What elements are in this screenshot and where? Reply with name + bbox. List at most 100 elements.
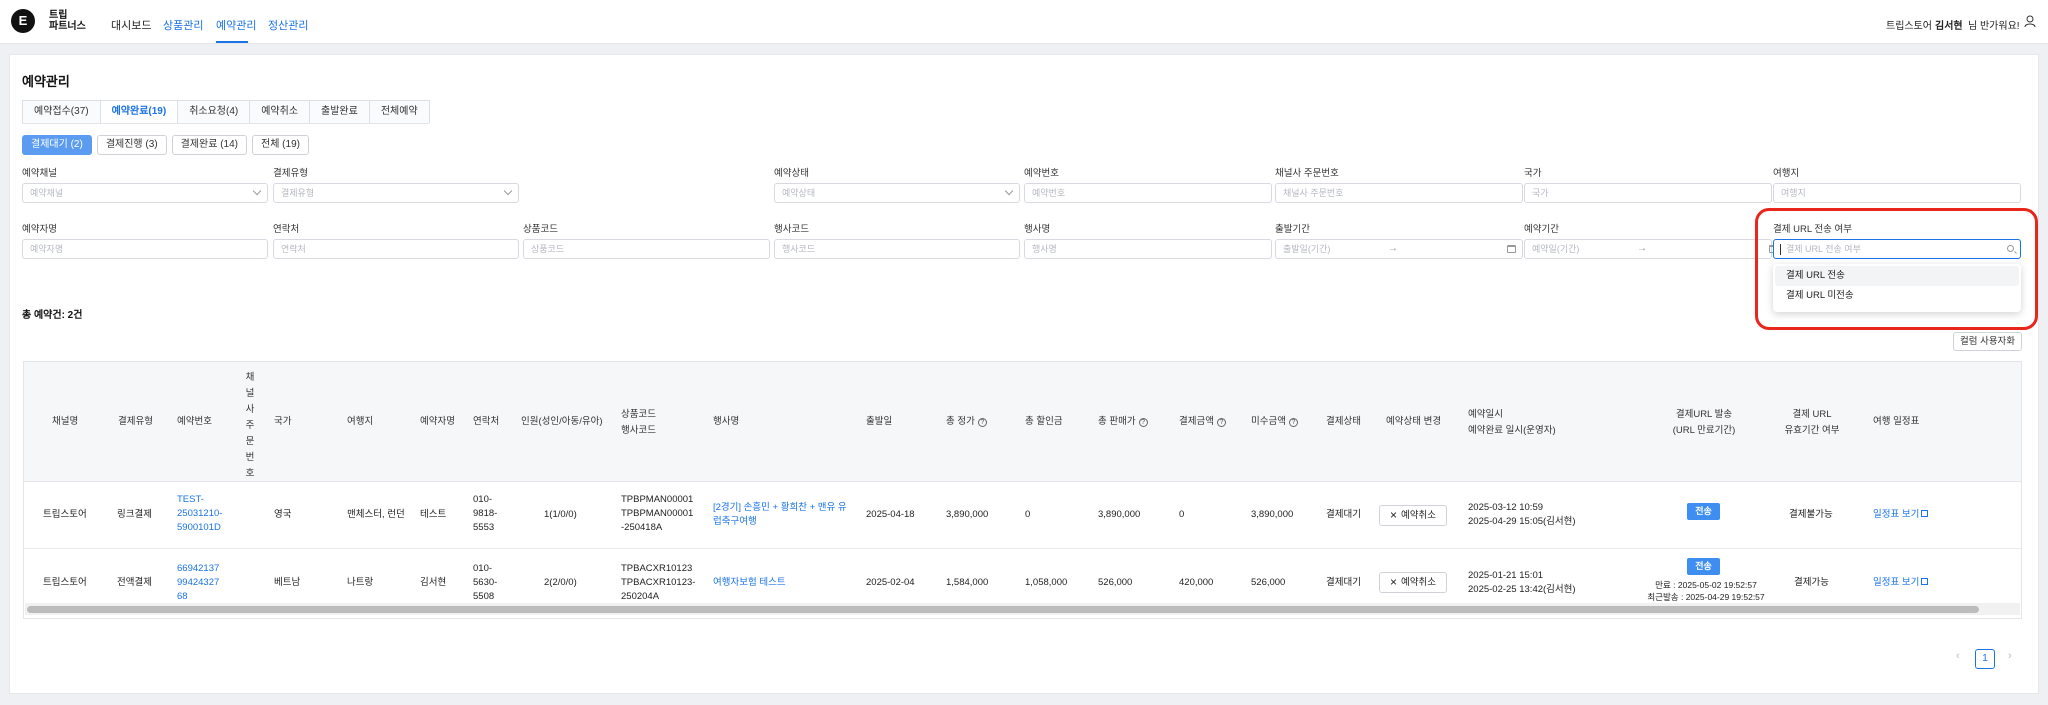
input-destination[interactable]: 여행지 xyxy=(1773,183,2021,203)
greeting: 님 반가워요! xyxy=(1968,21,2020,32)
cell-destination: 나트랑 xyxy=(347,577,374,588)
select-pay-type[interactable]: 결제유형 xyxy=(273,183,519,203)
cell-phone: 010- 9818- 5553 xyxy=(473,493,497,535)
cell-event-link[interactable]: [2경기] 손흥민 + 황희찬 + 맨유 유 럽축구여행 xyxy=(713,501,847,529)
cell-pax: 2(2/0/0) xyxy=(544,577,577,588)
th-res-date: 예약일시 xyxy=(1468,409,1503,420)
input-event-name[interactable]: 행사명 xyxy=(1024,239,1272,259)
depart-range-placeholder: 출발일(기간) xyxy=(1283,244,1331,254)
input-product-code[interactable]: 상품코드 xyxy=(523,239,770,259)
res-no-line: 5900101D xyxy=(177,522,221,533)
label-country: 국가 xyxy=(1524,168,1542,179)
page-1-button[interactable]: 1 xyxy=(1975,649,1995,669)
cell-res-no-link[interactable]: 66942137 99424327 68 xyxy=(177,562,219,604)
cell-paid: 420,000 xyxy=(1179,577,1214,588)
input-depart-range[interactable]: 출발일(기간) → xyxy=(1275,239,1523,259)
status-badge: 전송 xyxy=(1687,558,1720,575)
phone-line: 010- xyxy=(473,494,493,505)
url-expiry-line: 만료 : 2025-05-02 19:52:57 xyxy=(1655,580,1757,590)
cell-pay-status: 결제대기 xyxy=(1326,509,1361,520)
logo[interactable]: E xyxy=(11,9,35,33)
th-depart: 출발일 xyxy=(866,416,893,427)
cell-pax: 1(1/0/0) xyxy=(544,509,577,520)
prev-page-icon[interactable]: ‹ xyxy=(1956,650,1960,662)
label-res-period: 예약기간 xyxy=(1524,224,1559,235)
code-line: 250204A xyxy=(621,591,660,602)
cell-channel: 트립스토어 xyxy=(43,509,87,520)
th-discount: 총 할인금 xyxy=(1025,416,1063,427)
subtab-pay-waiting[interactable]: 결제대기 (2) xyxy=(22,135,92,155)
input-res-range[interactable]: 예약일(기간) → xyxy=(1524,239,1778,259)
tab-cancelled[interactable]: 예약취소 xyxy=(249,100,311,123)
help-icon[interactable]: ? xyxy=(1138,418,1148,427)
select-channel[interactable]: 예약채널 xyxy=(22,183,268,203)
th-url-valid: 결제 URL xyxy=(1792,409,1832,420)
calendar-icon[interactable] xyxy=(1507,245,1516,253)
th-url-valid-period: 유효기간 여부 xyxy=(1784,425,1840,436)
help-icon[interactable]: ? xyxy=(1216,418,1226,427)
tab-completed[interactable]: 예약완료(19) xyxy=(99,100,179,123)
date-line: 2025-03-12 10:59 xyxy=(1468,502,1544,513)
brand-line2: 파트너스 xyxy=(49,21,86,32)
th-unpaid-label: 미수금액 xyxy=(1251,416,1286,427)
tab-cancel-request[interactable]: 취소요청(4) xyxy=(177,100,251,123)
subtab-pay-all[interactable]: 전체 (19) xyxy=(252,135,309,155)
label-channel: 예약채널 xyxy=(22,168,57,179)
label-event-code: 행사코드 xyxy=(774,224,809,235)
input-country[interactable]: 국가 xyxy=(1524,183,1772,203)
phone-line: 010- xyxy=(473,563,493,574)
table-header xyxy=(24,362,2021,482)
subtab-pay-done[interactable]: 결제완료 (14) xyxy=(171,135,247,155)
subtab-pay-progress[interactable]: 결제진행 (3) xyxy=(96,135,167,155)
external-link-icon xyxy=(1921,510,1929,517)
status-badge: 전송 xyxy=(1687,503,1720,520)
cancel-reservation-button[interactable]: × 예약취소 xyxy=(1379,572,1447,593)
row-divider xyxy=(24,548,2021,549)
th-product-code: 상품코드 xyxy=(621,409,656,420)
nav-products[interactable]: 상품관리 xyxy=(163,17,203,33)
column-customize-button[interactable]: 컬럼 사용자화 xyxy=(1953,332,2022,351)
cell-url-valid: 결제가능 xyxy=(1794,577,1829,588)
tab-received[interactable]: 예약접수(37) xyxy=(22,100,101,123)
cell-total-price: 3,890,000 xyxy=(946,509,989,520)
scrollbar-thumb[interactable] xyxy=(27,606,1979,613)
itinerary-link[interactable]: 일정표 보기 xyxy=(1873,576,1929,590)
cell-depart: 2025-04-18 xyxy=(866,509,915,520)
th-channel: 채널명 xyxy=(52,416,79,427)
select-channel-placeholder: 예약채널 xyxy=(30,188,64,198)
cell-sale: 3,890,000 xyxy=(1098,509,1141,520)
input-res-no[interactable]: 예약번호 xyxy=(1024,183,1272,203)
user-icon[interactable] xyxy=(2024,15,2036,28)
phone-line: 9818- xyxy=(473,508,498,519)
select-res-status[interactable]: 예약상태 xyxy=(774,183,1020,203)
nav-reservations[interactable]: 예약관리 xyxy=(216,17,256,33)
th-booker: 예약자명 xyxy=(420,416,455,427)
help-icon[interactable]: ? xyxy=(1288,418,1298,427)
cell-res-no-link[interactable]: TEST- 25031210- 5900101D xyxy=(177,493,222,535)
itinerary-link[interactable]: 일정표 보기 xyxy=(1873,508,1929,522)
cell-url-valid: 결제불가능 xyxy=(1789,509,1833,520)
input-booker[interactable]: 예약자명 xyxy=(22,239,268,259)
tab-all[interactable]: 전체예약 xyxy=(368,100,430,123)
itinerary-label: 일정표 보기 xyxy=(1873,509,1920,520)
nav-dashboard[interactable]: 대시보드 xyxy=(111,17,151,33)
tab-departed[interactable]: 출발완료 xyxy=(309,100,370,123)
input-phone[interactable]: 연락처 xyxy=(273,239,519,259)
res-no-line: 25031210- xyxy=(177,508,223,519)
phone-line: 5553 xyxy=(473,522,495,533)
cancel-label: 예약취소 xyxy=(1401,577,1436,588)
code-line: -250418A xyxy=(621,522,663,533)
th-itinerary: 여행 일정표 xyxy=(1873,416,1920,427)
url-last-sent-line: 최근발송 : 2025-04-29 19:52:57 xyxy=(1647,592,1765,602)
res-range-placeholder: 예약일(기간) xyxy=(1532,244,1580,254)
help-icon[interactable]: ? xyxy=(977,418,987,427)
th-phone: 연락처 xyxy=(473,416,500,427)
cancel-reservation-button[interactable]: × 예약취소 xyxy=(1379,505,1447,526)
input-event-code[interactable]: 행사코드 xyxy=(774,239,1020,259)
cell-event-link[interactable]: 여행자보험 테스트 xyxy=(713,576,786,590)
nav-settlement[interactable]: 정산관리 xyxy=(268,17,308,33)
next-page-icon[interactable]: › xyxy=(2008,650,2012,662)
input-channel-order[interactable]: 채널사 주문번호 xyxy=(1275,183,1523,203)
cell-sale: 526,000 xyxy=(1098,577,1133,588)
page-title: 예약관리 xyxy=(22,74,70,89)
